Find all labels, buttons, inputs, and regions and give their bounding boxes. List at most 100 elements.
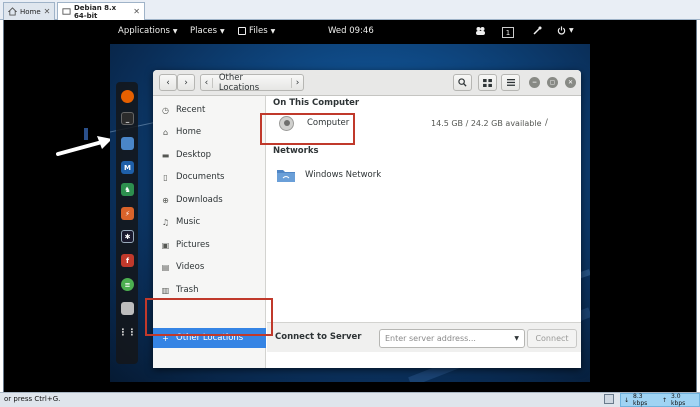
sidebar-item-label: Recent [176,105,206,115]
workspace-indicator[interactable]: 1 [502,27,514,38]
sidebar-item-music[interactable]: ♫ Music [153,212,266,232]
computer-space: 14.5 GB / 24.2 GB available [431,118,542,128]
file-manager-window: ‹ › ‹ Other Locations › − ▢ ✕ ◷ Recent ⌂… [153,70,581,368]
maximize-icon: ▢ [549,79,556,86]
places-sidebar: ◷ Recent ⌂ Home ▬ Desktop ▯ Documents ⊕ … [153,96,266,368]
workspace-number: 1 [505,28,511,37]
sidebar-item-label: Videos [176,262,205,272]
dropdown-arrow-icon: ▼ [270,27,276,35]
net-up-value: 3.0 kbps [671,393,686,407]
menu-button[interactable] [501,74,520,91]
files-icon[interactable] [121,137,134,150]
applications-menu[interactable]: Applications ▼ [118,26,178,36]
places-label: Places [190,26,218,36]
sidebar-item-recent[interactable]: ◷ Recent [153,100,266,120]
files-label: Files [249,26,268,36]
home-icon [8,7,17,16]
vm-tab-home[interactable]: Home ✕ [3,2,55,20]
section-title-on-this-computer: On This Computer [273,98,360,108]
minimize-icon: − [531,79,538,86]
computer-label: Computer [307,118,350,128]
sidebar-item-label: Other Locations [176,333,244,343]
path-right-arrow-icon[interactable]: › [291,77,303,88]
close-window-button[interactable]: ✕ [565,77,576,88]
sidebar-item-downloads[interactable]: ⊕ Downloads [153,190,266,210]
power-menu[interactable]: ▼ [557,26,574,35]
search-icon [458,78,467,87]
vm-tab-strip: Home ✕ Debian 8.x 64-bit ✕ [0,0,700,20]
minimize-button[interactable]: − [529,77,540,88]
sidebar-item-pictures[interactable]: ▣ Pictures [153,235,266,255]
clock[interactable]: Wed 09:46 [328,26,374,36]
clock-label: Wed 09:46 [328,26,374,36]
connect-button[interactable]: Connect [527,329,577,348]
search-button[interactable] [453,74,472,91]
gnome-top-bar: Applications ▼ Places ▼ Files ▼ Wed 09:4… [110,22,590,44]
section-title-networks: Networks [273,146,319,156]
harddisk-icon [279,115,294,131]
sidebar-item-trash[interactable]: ▥ Trash [153,280,266,300]
windows-network-row[interactable]: Windows Network [267,162,581,188]
close-icon: ✕ [567,79,574,86]
back-button[interactable]: ‹ [159,74,177,91]
armitage-icon[interactable]: ♞ [121,183,134,196]
device-icon[interactable] [604,394,614,404]
sidebar-item-documents[interactable]: ▯ Documents [153,167,266,187]
vm-tab-debian[interactable]: Debian 8.x 64-bit ✕ [57,2,145,20]
net-down-value: 8.3 kbps [633,393,648,407]
files-app-menu[interactable]: Files ▼ [238,26,275,36]
sidebar-item-label: Home [176,127,202,137]
location-label: Other Locations [218,72,260,93]
upload-icon: ↑ [662,396,668,404]
clock-icon: ◷ [162,105,169,115]
sidebar-item-other-locations[interactable]: + Other Locations [153,328,266,348]
leafpad-icon[interactable]: ≡ [121,278,134,291]
places-menu[interactable]: Places ▼ [190,26,225,36]
faraday-icon[interactable]: f [121,254,134,267]
sidebar-item-label: Trash [176,285,199,295]
computer-row[interactable]: Computer 14.5 GB / 24.2 GB available / [267,110,581,136]
app-grid-icon[interactable]: ⋮⋮ [119,326,137,339]
sidebar-item-label: Music [176,217,201,227]
people-icon[interactable] [475,26,486,35]
connect-to-server-label: Connect to Server [275,332,362,342]
windows-network-label: Windows Network [305,170,382,180]
vm-icon [62,7,71,16]
network-folder-icon [277,168,295,185]
home-icon: ⌂ [162,127,169,137]
document-icon: ▯ [163,172,168,182]
terminal-icon[interactable]: _ [121,112,134,125]
grid-view-icon [483,78,492,87]
dash-dock: _ M ♞ ⚡ ✱ f ≡ ⋮⋮ [116,82,138,364]
firefox-icon[interactable] [121,90,134,103]
sidebar-item-label: Pictures [176,240,210,250]
view-toggle-button[interactable] [478,74,497,91]
path-left-arrow-icon[interactable]: ‹ [201,77,213,88]
trash-icon: ▥ [161,285,170,295]
close-icon[interactable]: ✕ [44,7,51,16]
forward-button[interactable]: › [177,74,195,91]
sidebar-item-home[interactable]: ⌂ Home [153,122,266,142]
header-bar: ‹ › ‹ Other Locations › − ▢ ✕ [153,70,581,96]
burpsuite-icon[interactable]: ⚡ [121,207,134,220]
music-icon: ♫ [161,217,170,227]
vm-tab-label: Debian 8.x 64-bit [74,3,117,20]
metasploit-icon[interactable]: M [121,161,134,174]
status-hint: or press Ctrl+G. [4,395,61,403]
location-bar[interactable]: ‹ Other Locations › [200,72,304,93]
maximize-button[interactable]: ▢ [547,77,558,88]
download-icon: ↓ [624,396,630,404]
server-address-input[interactable]: Enter server address... ▼ [379,329,525,348]
computer-mount-point: / [545,118,548,128]
close-icon[interactable]: ✕ [133,7,140,16]
video-icon: ▤ [161,262,170,272]
gnome-screenshot-icon[interactable] [121,302,134,315]
pictures-icon: ▣ [161,240,170,250]
power-icon [557,26,566,35]
dropdown-arrow-icon: ▼ [569,27,574,34]
history-dropdown-icon[interactable]: ▼ [514,335,519,342]
sidebar-item-videos[interactable]: ▤ Videos [153,257,266,277]
sidebar-item-desktop[interactable]: ▬ Desktop [153,145,266,165]
maltego-icon[interactable]: ✱ [121,230,134,243]
kali-tools-icon[interactable] [533,26,542,35]
